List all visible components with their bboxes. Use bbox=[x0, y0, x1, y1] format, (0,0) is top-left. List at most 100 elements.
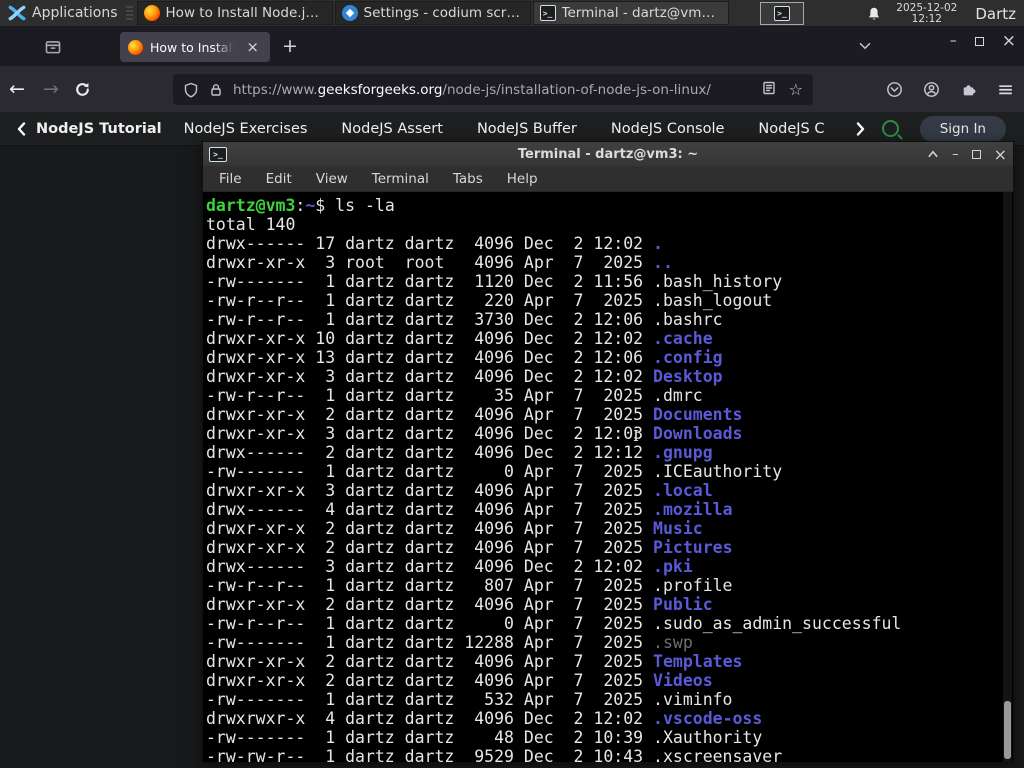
terminal-icon: >_ bbox=[774, 6, 790, 21]
terminal-output-line: drwxr-xr-x 2 dartz dartz 4096 Apr 7 2025… bbox=[206, 538, 733, 557]
taskbar-window-title: How to Install Node.js o... bbox=[165, 5, 326, 21]
url-bar[interactable]: https://www.geeksforgeeks.org/node-js/in… bbox=[173, 74, 813, 105]
terminal-menu-tabs[interactable]: Tabs bbox=[443, 168, 493, 190]
taskbar-window-button[interactable]: How to Install Node.js o... bbox=[136, 1, 333, 25]
terminal-output-line: drwx------ 4 dartz dartz 4096 Apr 7 2025… bbox=[206, 500, 733, 519]
terminal-window-controls: – × bbox=[927, 142, 1007, 166]
nav-forward-chevron-icon bbox=[856, 122, 865, 136]
taskbar: How to Install Node.js o... Settings - co… bbox=[136, 0, 731, 26]
terminal-output-line: drwxr-xr-x 2 dartz dartz 4096 Apr 7 2025… bbox=[206, 671, 713, 690]
terminal-output: dartz@vm3:~$ ls -la total 140 drwx------ 1… bbox=[203, 192, 1013, 762]
clock-date: 2025-12-02 bbox=[896, 1, 958, 14]
terminal-output-line: drwxr-xr-x 3 dartz dartz 4096 Dec 2 12:0… bbox=[206, 367, 723, 386]
terminal-output-line: -rw-r--r-- 1 dartz dartz 0 Apr 7 2025 .s… bbox=[206, 614, 902, 633]
terminal-output-line: -rw-r--r-- 1 dartz dartz 220 Apr 7 2025 … bbox=[206, 291, 773, 310]
applications-icon bbox=[8, 5, 26, 21]
terminal-output-line: -rw-r--r-- 1 dartz dartz 3730 Dec 2 12:0… bbox=[206, 310, 723, 329]
maximize-button[interactable] bbox=[974, 36, 984, 46]
terminal-scrollbar[interactable] bbox=[1003, 192, 1012, 762]
tab-close-icon[interactable]: × bbox=[243, 39, 262, 56]
terminal-menu-view[interactable]: View bbox=[306, 168, 358, 190]
panel-handle bbox=[125, 4, 133, 22]
terminal-title: Terminal - dartz@vm3: ~ bbox=[517, 146, 699, 162]
close-button[interactable]: × bbox=[1002, 31, 1016, 51]
firefox-view-icon[interactable] bbox=[44, 38, 62, 56]
nav-item[interactable]: NodeJS Assert bbox=[341, 121, 443, 137]
nav-item[interactable]: NodeJS Buffer bbox=[477, 121, 577, 137]
terminal-output-line: -rw------- 1 dartz dartz 1120 Dec 2 11:5… bbox=[206, 272, 783, 291]
nav-item[interactable]: NodeJS Exercises bbox=[184, 121, 308, 137]
applications-menu-button[interactable]: Applications bbox=[0, 0, 126, 26]
browser-tab[interactable]: How to Install Node.js on × bbox=[120, 32, 270, 62]
list-all-tabs-icon[interactable] bbox=[856, 37, 874, 55]
terminal-menu-terminal[interactable]: Terminal bbox=[362, 168, 439, 190]
account-icon[interactable] bbox=[923, 81, 940, 98]
nav-item[interactable]: NodeJS Crypto bbox=[758, 121, 823, 137]
terminal-output-line: drwxr-xr-x 2 dartz dartz 4096 Apr 7 2025… bbox=[206, 405, 743, 424]
shade-window-icon[interactable] bbox=[927, 148, 939, 160]
workspace-pager[interactable]: >_ bbox=[760, 2, 804, 25]
lock-icon[interactable] bbox=[208, 82, 224, 98]
terminal-output-line: -rw------- 1 dartz dartz 0 Apr 7 2025 .I… bbox=[206, 462, 783, 481]
firefox-icon bbox=[143, 5, 160, 21]
scrollbar-thumb[interactable] bbox=[1004, 701, 1011, 759]
bookmark-star-icon[interactable]: ☆ bbox=[789, 80, 803, 99]
applications-label: Applications bbox=[32, 5, 118, 21]
menu-hamburger-icon[interactable]: ≡ bbox=[997, 79, 1014, 99]
url-text[interactable]: https://www.geeksforgeeks.org/node-js/in… bbox=[233, 82, 752, 98]
terminal-maximize-button[interactable] bbox=[971, 149, 981, 159]
terminal-output-line: -rw-r--r-- 1 dartz dartz 35 Apr 7 2025 .… bbox=[206, 386, 703, 405]
terminal-output-line: -rw------- 1 dartz dartz 532 Apr 7 2025 … bbox=[206, 690, 733, 709]
terminal-menubar: File Edit View Terminal Tabs Help bbox=[203, 166, 1013, 192]
firefox-window-controls: – × bbox=[950, 31, 1016, 51]
terminal-output-line: drwxr-xr-x 10 dartz dartz 4096 Dec 2 12:… bbox=[206, 329, 713, 348]
reload-icon[interactable] bbox=[74, 81, 91, 98]
terminal-icon: >_ bbox=[539, 5, 556, 21]
terminal-output-line: -rw-rw-r-- 1 dartz dartz 9529 Dec 2 10:4… bbox=[206, 747, 783, 762]
terminal-output-line: drwxr-xr-x 3 root root 4096 Apr 7 2025 .… bbox=[206, 253, 673, 272]
terminal-output-line: drwxr-xr-x 3 dartz dartz 4096 Apr 7 2025… bbox=[206, 481, 713, 500]
forward-button[interactable]: → bbox=[34, 78, 68, 100]
minimize-button[interactable]: – bbox=[950, 33, 957, 49]
search-icon[interactable] bbox=[882, 120, 899, 137]
firefox-toolbar: ← → https://www.geeksforgeeks.org/node-j… bbox=[0, 66, 1024, 112]
firefox-tab-bar: How to Install Node.js on × + – × bbox=[0, 27, 1024, 66]
taskbar-window-button[interactable]: >_ Terminal - dartz@vm3: ~ bbox=[532, 1, 729, 25]
terminal-output-line: -rw------- 1 dartz dartz 12288 Apr 7 202… bbox=[206, 633, 693, 652]
terminal-output-line: total 140 bbox=[206, 215, 296, 234]
panel-status-area: 2025-12-02 12:12 Dartz bbox=[866, 0, 1024, 27]
tab-title: How to Install Node.js on bbox=[150, 39, 236, 55]
terminal-menu-edit[interactable]: Edit bbox=[256, 168, 302, 190]
reader-mode-icon[interactable] bbox=[761, 80, 777, 96]
terminal-titlebar[interactable]: Terminal - dartz@vm3: ~ >_ – × bbox=[203, 142, 1013, 166]
tracking-shield-icon[interactable] bbox=[183, 82, 199, 98]
sign-in-button[interactable]: Sign In bbox=[919, 116, 1006, 142]
panel-clock[interactable]: 2025-12-02 12:12 bbox=[896, 1, 958, 25]
terminal-close-button[interactable]: × bbox=[994, 145, 1007, 164]
clock-time: 12:12 bbox=[911, 12, 942, 25]
terminal-output-line: drwxr-xr-x 2 dartz dartz 4096 Apr 7 2025… bbox=[206, 652, 743, 671]
pocket-icon[interactable] bbox=[886, 81, 903, 98]
back-button[interactable]: ← bbox=[0, 78, 34, 100]
terminal-output-line: drwx------ 3 dartz dartz 4096 Dec 2 12:0… bbox=[206, 557, 693, 576]
taskbar-window-button[interactable]: Settings - codium script... bbox=[334, 1, 531, 25]
user-menu[interactable]: Dartz bbox=[971, 5, 1016, 23]
terminal-output-line: drwxr-xr-x 13 dartz dartz 4096 Dec 2 12:… bbox=[206, 348, 723, 367]
nav-item[interactable]: NodeJS Console bbox=[611, 121, 725, 137]
extensions-puzzle-icon[interactable] bbox=[960, 81, 977, 98]
terminal-screen[interactable]: dartz@vm3:~$ ls -la total 140 drwx------ 1… bbox=[203, 192, 1013, 762]
notification-bell-icon[interactable] bbox=[866, 6, 882, 22]
nav-back-chevron-icon[interactable] bbox=[14, 121, 30, 137]
terminal-window: Terminal - dartz@vm3: ~ >_ – × File Edit V… bbox=[202, 141, 1014, 763]
new-tab-button[interactable]: + bbox=[282, 35, 298, 57]
terminal-minimize-button[interactable]: – bbox=[952, 147, 959, 162]
terminal-output-line: drwx------ 17 dartz dartz 4096 Dec 2 12:… bbox=[206, 234, 663, 253]
terminal-menu-file[interactable]: File bbox=[209, 168, 252, 190]
terminal-output-line: drwxr-xr-x 2 dartz dartz 4096 Apr 7 2025… bbox=[206, 519, 703, 538]
text-cursor-pointer: I bbox=[633, 427, 639, 445]
firefox-icon bbox=[128, 39, 143, 55]
terminal-menu-help[interactable]: Help bbox=[497, 168, 548, 190]
terminal-output-line: drwxr-xr-x 2 dartz dartz 4096 Apr 7 2025… bbox=[206, 595, 713, 614]
nav-back-item[interactable]: NodeJS Tutorial bbox=[36, 121, 162, 137]
terminal-output-line: drwxrwxr-x 4 dartz dartz 4096 Dec 2 12:0… bbox=[206, 709, 763, 728]
